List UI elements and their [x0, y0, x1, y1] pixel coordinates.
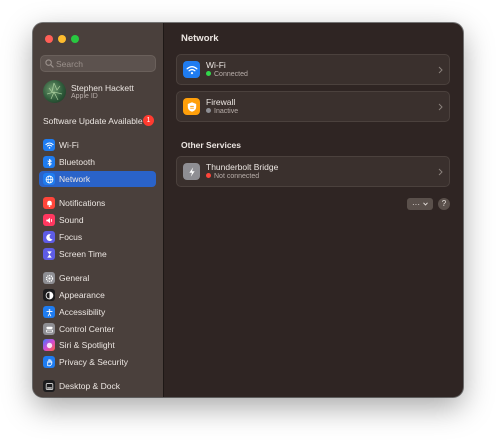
siri-icon: [43, 339, 55, 351]
wifi-icon: [43, 139, 55, 151]
avatar: [43, 80, 66, 103]
service-row-firewall[interactable]: Firewall Inactive: [176, 91, 450, 122]
service-row-wifi[interactable]: Wi-Fi Connected: [176, 54, 450, 85]
status-dot: [206, 71, 211, 76]
accessibility-icon: [43, 306, 55, 318]
hourglass-icon: [43, 248, 55, 260]
sidebar-item-bluetooth[interactable]: Bluetooth: [39, 154, 156, 170]
service-status: Inactive: [206, 108, 238, 115]
sidebar-item-siri-spotlight[interactable]: Siri & Spotlight: [39, 337, 156, 353]
search-icon: [45, 59, 54, 68]
sidebar-item-label: Privacy & Security: [59, 357, 128, 367]
hand-icon: [43, 356, 55, 368]
service-row-thunderbolt-bridge[interactable]: Thunderbolt Bridge Not connected: [176, 156, 450, 187]
sidebar: Stephen Hackett Apple ID Software Update…: [33, 23, 164, 397]
sidebar-item-notifications[interactable]: Notifications: [39, 195, 156, 211]
sidebar-item-label: Notifications: [59, 198, 106, 208]
zoom-window-button[interactable]: [71, 35, 79, 43]
chevron-down-icon: [423, 202, 428, 206]
sidebar-item-label: Sound: [59, 215, 84, 225]
sidebar-item-label: Desktop & Dock: [59, 381, 120, 391]
sidebar-item-control-center[interactable]: Control Center: [39, 321, 156, 337]
sidebar-item-network[interactable]: Network: [39, 171, 156, 187]
moon-icon: [43, 231, 55, 243]
other-services-heading: Other Services: [181, 140, 242, 150]
software-update-badge: 1: [143, 115, 154, 126]
sidebar-item-label: Control Center: [59, 324, 115, 334]
dock-icon: [43, 380, 55, 392]
profile-subtitle: Apple ID: [71, 93, 98, 100]
bluetooth-icon: [43, 156, 55, 168]
apple-id-profile[interactable]: Stephen Hackett Apple ID: [43, 80, 155, 104]
control-center-icon: [43, 323, 55, 335]
service-status: Not connected: [206, 173, 259, 180]
service-title: Wi-Fi: [206, 60, 226, 70]
service-status-text: Connected: [214, 71, 248, 78]
wifi-icon: [183, 61, 200, 78]
sidebar-item-privacy-security[interactable]: Privacy & Security: [39, 354, 156, 370]
service-status: Connected: [206, 71, 248, 78]
gear-icon: [43, 272, 55, 284]
sidebar-item-focus[interactable]: Focus: [39, 229, 156, 245]
service-status-text: Inactive: [214, 108, 239, 115]
service-status-text: Not connected: [214, 173, 260, 180]
search-input[interactable]: [56, 56, 152, 71]
software-update-label: Software Update Available: [43, 116, 143, 126]
speaker-icon: [43, 214, 55, 226]
close-window-button[interactable]: [45, 35, 53, 43]
sidebar-item-accessibility[interactable]: Accessibility: [39, 304, 156, 320]
sidebar-item-screen-time[interactable]: Screen Time: [39, 246, 156, 262]
sidebar-item-label: Network: [59, 174, 91, 184]
sidebar-item-label: Focus: [59, 232, 83, 242]
profile-name: Stephen Hackett: [71, 83, 134, 93]
chevron-right-icon: [438, 103, 443, 111]
status-dot: [206, 173, 211, 178]
globe-icon: [43, 173, 55, 185]
status-dot: [206, 108, 211, 113]
chevron-right-icon: [438, 66, 443, 74]
sidebar-item-label: Siri & Spotlight: [59, 340, 115, 350]
service-title: Firewall: [206, 97, 236, 107]
software-update-item[interactable]: Software Update Available 1: [43, 114, 155, 128]
sidebar-item-sound[interactable]: Sound: [39, 212, 156, 228]
sidebar-item-label: Screen Time: [59, 249, 107, 259]
sidebar-item-general[interactable]: General: [39, 270, 156, 286]
bell-icon: [43, 197, 55, 209]
settings-window: Stephen Hackett Apple ID Software Update…: [33, 23, 463, 397]
page-title: Network: [181, 33, 219, 44]
appearance-icon: [43, 289, 55, 301]
search-field[interactable]: [40, 55, 156, 72]
sidebar-item-label: Wi-Fi: [59, 140, 79, 150]
chevron-right-icon: [438, 168, 443, 176]
sidebar-item-label: Accessibility: [59, 307, 106, 317]
sidebar-item-appearance[interactable]: Appearance: [39, 287, 156, 303]
minimize-window-button[interactable]: [58, 35, 66, 43]
firewall-icon: [183, 98, 200, 115]
service-title: Thunderbolt Bridge: [206, 162, 279, 172]
sidebar-item-wifi[interactable]: Wi-Fi: [39, 137, 156, 153]
sidebar-item-label: General: [59, 273, 90, 283]
sidebar-item-label: Bluetooth: [59, 157, 95, 167]
thunderbolt-icon: [183, 163, 200, 180]
more-actions-button[interactable]: ···: [407, 198, 433, 210]
sidebar-item-desktop-dock[interactable]: Desktop & Dock: [39, 378, 156, 394]
main-content: Network Wi-Fi Connected Firewall Inactiv…: [164, 23, 463, 397]
help-button[interactable]: ?: [438, 198, 450, 210]
sidebar-item-label: Appearance: [59, 290, 105, 300]
more-actions-label: ···: [412, 199, 420, 209]
